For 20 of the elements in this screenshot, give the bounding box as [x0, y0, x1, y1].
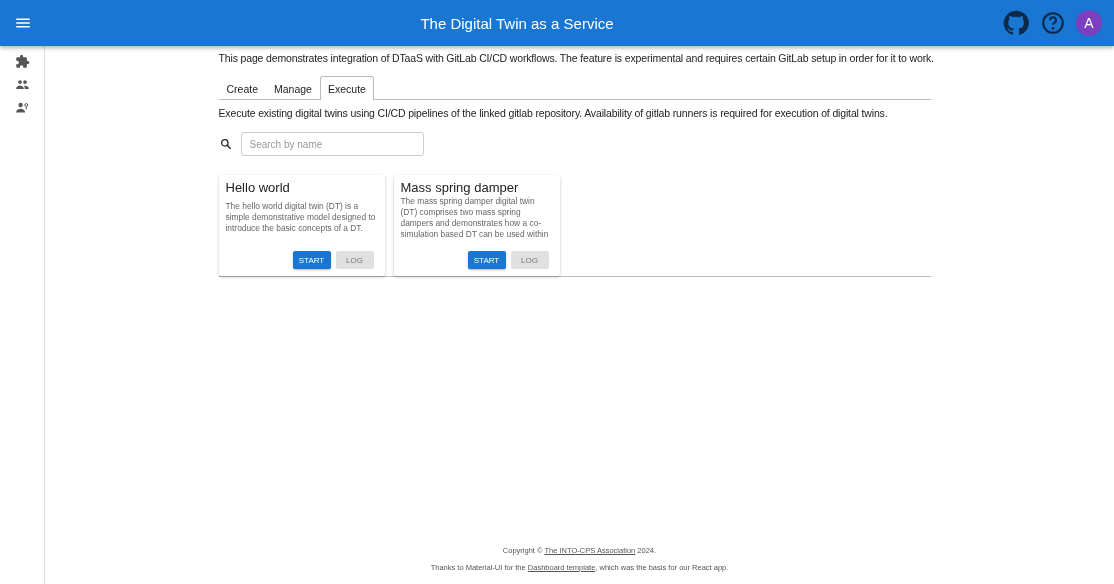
user-avatar[interactable]: A: [1076, 10, 1102, 36]
card-description: The hello world digital twin (DT) is a simple demonstrative model designed to introduce the basic concepts of a DT.: [225, 201, 377, 235]
help-icon[interactable]: [1040, 10, 1066, 36]
tab[interactable]: Manage: [266, 76, 320, 100]
people-icon[interactable]: [14, 77, 30, 92]
tab[interactable]: Create: [218, 76, 266, 100]
start-button[interactable]: START: [292, 251, 331, 269]
search-icon: [218, 137, 233, 151]
start-button[interactable]: START: [467, 251, 506, 269]
user-gear-icon[interactable]: [14, 100, 30, 115]
tab-description: Execute existing digital twins using CI/CD pipelines of the linked gitlab repository. Availability of gitlab runners is required for execution of digital twins.: [218, 107, 889, 119]
puzzle-icon[interactable]: [14, 54, 30, 69]
intro-text: This page demonstrates integration of DTaaS with GitLab CI/CD workflows. The feature is experimental and requires certain GitLab setup in order for it to work.: [218, 52, 931, 64]
search-field[interactable]: Search by name: [240, 132, 424, 156]
card-title: Mass spring damper: [400, 180, 520, 195]
card-description: The mass spring damper digital twin (DT) comprises two mass spring dampers and demonstrates how a co-simulation based DT can be used within: [400, 196, 550, 241]
tab[interactable]: Execute: [319, 76, 374, 100]
github-icon[interactable]: [1002, 9, 1030, 37]
card-title: Hello world: [225, 180, 291, 195]
app-title: The Digital Twin as a Service: [419, 14, 615, 32]
